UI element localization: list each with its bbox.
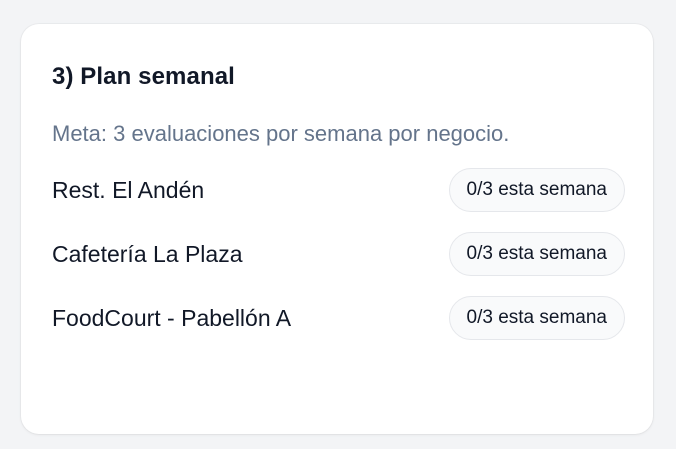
business-row: Cafetería La Plaza 0/3 esta semana — [52, 231, 625, 277]
weekly-progress-badge: 0/3 esta semana — [448, 168, 625, 212]
business-row: Rest. El Andén 0/3 esta semana — [52, 167, 625, 213]
business-name: Rest. El Andén — [52, 176, 205, 203]
business-row: FoodCourt - Pabellón A 0/3 esta semana — [52, 295, 625, 341]
card-title: 3) Plan semanal — [52, 63, 235, 90]
weekly-plan-card: 3) Plan semanal Meta: 3 evaluaciones por… — [21, 24, 653, 434]
weekly-progress-badge: 0/3 esta semana — [448, 232, 625, 276]
business-name: Cafetería La Plaza — [52, 240, 243, 267]
business-name: FoodCourt - Pabellón A — [52, 304, 292, 331]
weekly-progress-badge: 0/3 esta semana — [448, 296, 625, 340]
weekly-goal-text: Meta: 3 evaluaciones por semana por nego… — [52, 121, 510, 146]
